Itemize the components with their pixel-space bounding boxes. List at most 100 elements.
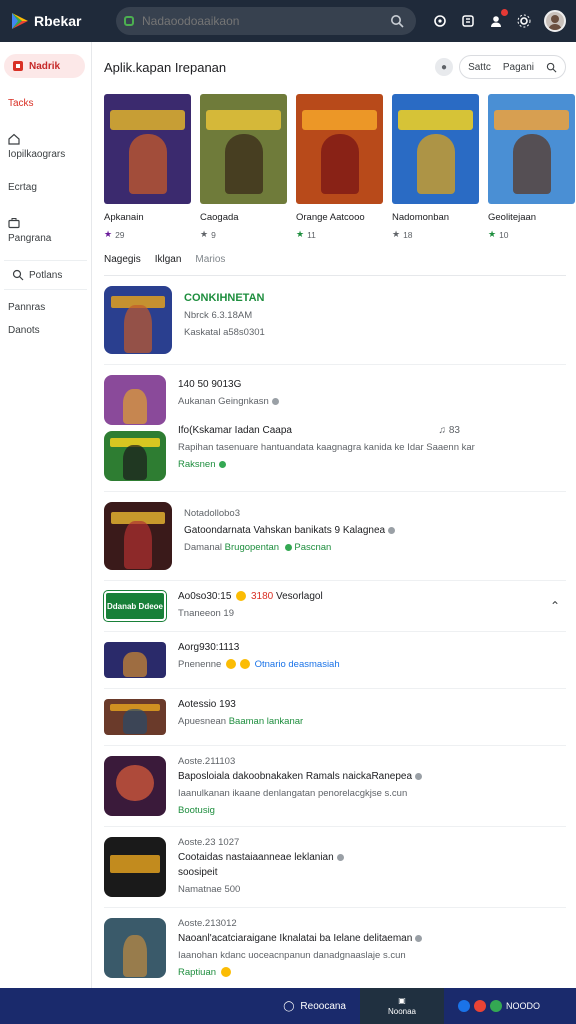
bottom-nav-mid[interactable]: ▣ Noonaa [360,988,444,1024]
list-item[interactable]: Ddanab Ddeoe Ao0so30:15 3180 Vesorlagol … [104,581,566,632]
sidebar-item-ecrtag[interactable]: Ecrtag [0,176,91,199]
app-logo[interactable]: Rbekar [10,11,100,31]
sidebar-item-label: Ecrtag [8,182,37,193]
rating-value: 9 [211,229,216,240]
card-artwork[interactable] [296,94,383,204]
top-bar: Rbekar [0,0,576,42]
apps-icon[interactable] [460,13,476,29]
sidebar-item-label: Pannras [8,302,46,313]
sidebar-item-label: Potlans [29,269,63,281]
tab-bar: Nagegis Iklgan Marios [104,254,566,276]
item-tags: Damanal Brugopentan Pascnan [184,542,566,553]
item-title-text: Vesorlagol [275,591,323,602]
featured-card[interactable]: Nadomonban ★ 18 [392,94,479,240]
list-item[interactable]: Aorg930:1113 Pnenenne Otnario deasmasiah [104,632,566,689]
list-item[interactable]: CONKIHNETAN Nbrck 6.3.18AM Kaskatal a58s… [104,276,566,365]
sidebar-item-nadrik[interactable]: Nadrik [4,54,85,78]
search-input[interactable] [142,14,382,28]
app-thumbnail[interactable] [104,502,172,570]
card-title: Apkanain [104,212,144,223]
account-notification-icon[interactable] [488,9,508,29]
card-artwork[interactable] [200,94,287,204]
app-thumbnail[interactable] [104,286,172,354]
tab-nagegis[interactable]: Nagegis [104,254,141,265]
list-item[interactable]: Aoste.23 1027 Cootaidas nastaiaanneae le… [104,827,566,908]
item-subtitle-text: Aukanan Geingnkasn [178,396,269,407]
list-item[interactable]: Notadollobo3 Gatoondarnata Vahskan banik… [104,492,566,581]
list-item[interactable]: Aoste.213012 Naoanl'acatciaraigane Iknal… [104,908,566,988]
list-item[interactable]: Aotessio 193 Apuesnean Baaman lankanar [104,689,566,746]
item-tag-text: Damanal [184,542,223,553]
app-thumbnail[interactable] [104,375,166,425]
sidebar-item-potlans[interactable]: Potlans [4,260,87,290]
app-name: Rbekar [34,13,82,29]
card-rating: ★ 18 [392,229,479,240]
featured-card[interactable]: Geolitejaan ★ 10 [488,94,575,240]
star-icon: ★ [200,229,209,239]
sidebar-item-label: Danots [8,325,40,336]
status-dot-icon [271,397,279,405]
search-icon[interactable] [546,62,557,73]
search-bar[interactable] [116,7,416,35]
emoji-icon [236,591,247,602]
filter-icon[interactable]: ● [435,58,454,76]
app-thumbnail[interactable] [104,431,166,481]
item-tag: Raksnen [178,459,566,470]
item-date: Aoste.23 1027 [178,837,240,848]
tab-marios[interactable]: Marios [195,254,225,265]
user-avatar[interactable] [544,10,566,32]
app-thumbnail[interactable] [104,756,166,816]
app-icon [474,1000,486,1012]
search-icon [12,269,24,281]
sidebar-item-danots[interactable]: Danots [0,319,91,342]
featured-card[interactable]: Apkanain ★ 29 [104,94,191,240]
sidebar-item-tacks[interactable]: Tacks [0,92,91,115]
notification-badge [501,9,508,16]
bottom-nav-left[interactable]: ◯ Reoocana [0,1001,360,1012]
promo-badge[interactable]: Ddanab Ddeoe [104,591,166,621]
item-tag: Bootusig [178,805,215,816]
search-prefix-icon [124,16,134,26]
item-link[interactable]: Baaman lankanar [229,716,303,727]
item-date: Aotessio 193 [178,699,236,710]
corner-counter: 83 [448,425,460,436]
bottom-nav-right[interactable]: NOODO [444,1000,576,1012]
featured-card[interactable]: Caogada ★ 9 [200,94,287,240]
item-link[interactable]: Otnario deasmasiah [255,659,340,670]
list-item[interactable]: 140 50 9013G Aukanan Geingnkasn Ifo(Kska… [104,365,566,492]
item-date: Notadollobo3 [184,508,240,519]
sidebar-item-pannras[interactable]: Pannras [0,296,91,319]
search-icon[interactable] [390,14,404,28]
app-thumbnail[interactable] [104,699,166,735]
app-thumbnail[interactable] [104,837,166,897]
item-title: Ifo(Kskamar Iadan Caapa [178,425,292,436]
card-rating: ★ 29 [104,229,191,240]
header-search[interactable]: Sattc Pagani [459,55,566,79]
item-date: Ao0so30:15 [178,591,232,602]
help-icon[interactable] [432,13,448,29]
music-note-icon: ♫ [438,425,447,436]
tab-iklgan[interactable]: Iklgan [155,254,182,265]
star-icon: ★ [296,229,305,239]
item-subtitle: Tnaneeon 19 [178,608,234,619]
app-thumbnail[interactable] [104,642,166,678]
rating-value: 10 [499,229,509,240]
item-subtitle: soosipeit [178,867,218,878]
item-title: Ao0so30:15 3180 Vesorlagol [178,591,566,602]
item-meta: Kaskatal a58s0301 [184,327,265,338]
settings-icon[interactable] [516,13,532,29]
card-title: Nadomonban [392,212,450,223]
list-item[interactable]: Aoste.211103 Baposloiala dakoobnakaken R… [104,746,566,827]
sidebar-item-iopilkaogrars[interactable]: Iopilkaogrars [0,127,91,166]
item-meta: Namatnae 500 [178,884,241,895]
page-header: Aplik.kapan Irepanan ● Sattc Pagani [104,42,566,92]
card-artwork[interactable] [104,94,191,204]
app-thumbnail[interactable] [104,918,166,978]
card-rating: ★ 9 [200,229,287,240]
star-icon: ★ [104,229,113,239]
chevron-up-icon[interactable]: ⌃ [550,599,560,613]
card-artwork[interactable] [488,94,575,204]
sidebar-item-pangrana[interactable]: Pangrana [0,211,91,250]
featured-card[interactable]: Orange Aatcooo ★ 11 [296,94,383,240]
card-artwork[interactable] [392,94,479,204]
